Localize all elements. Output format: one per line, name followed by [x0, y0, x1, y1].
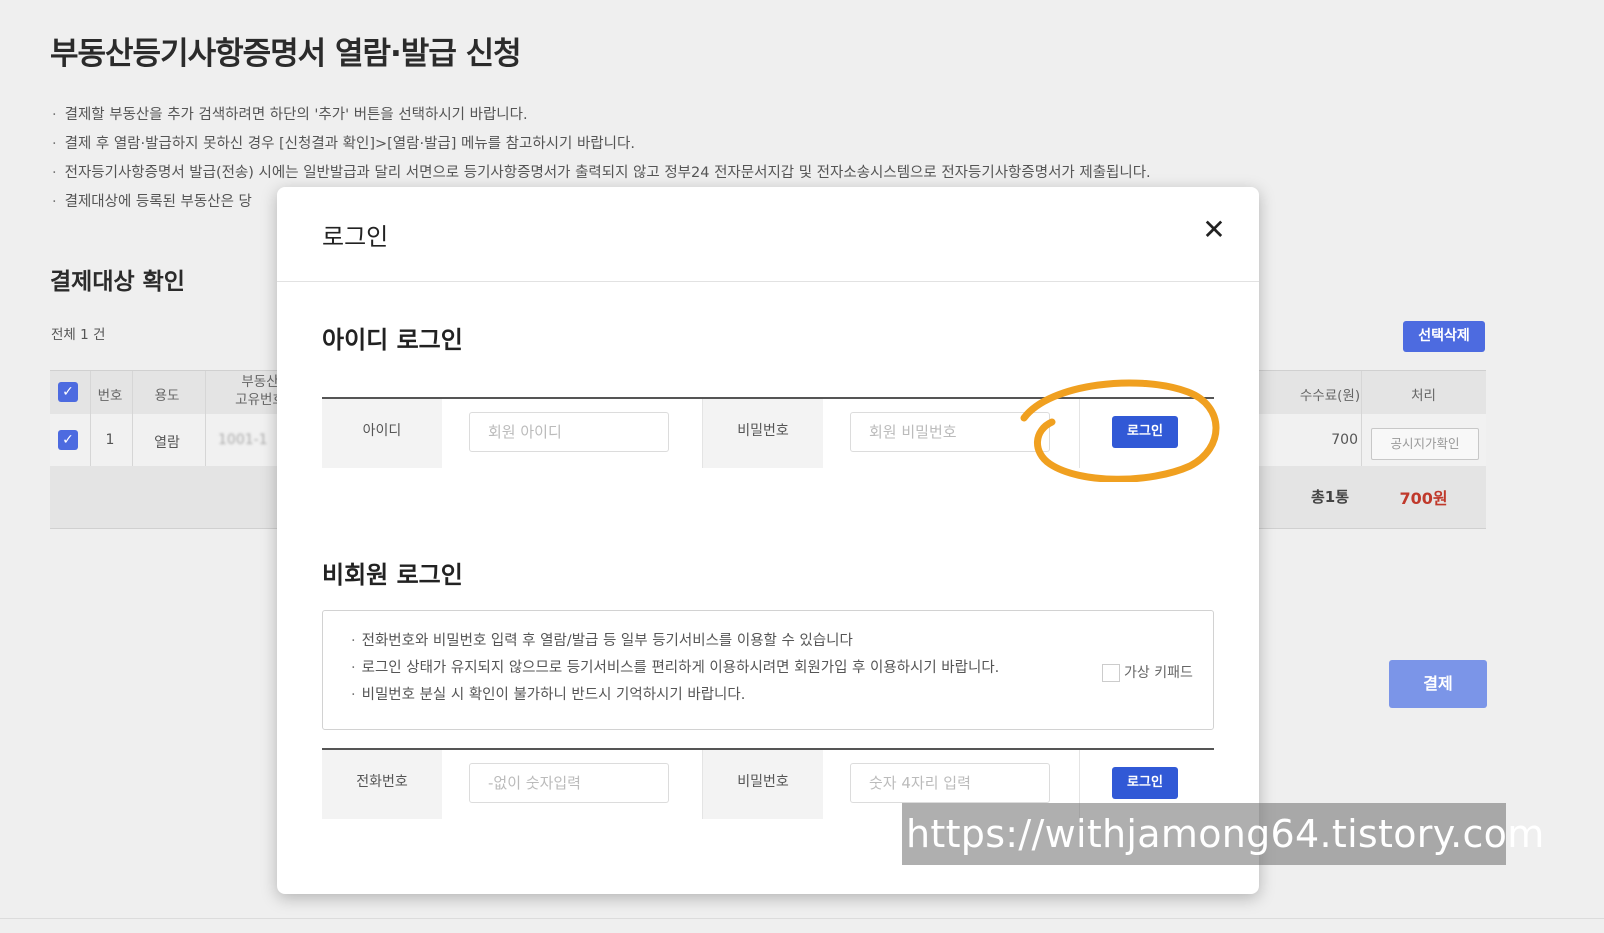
row-unique-number: 1001-1	[218, 432, 268, 448]
guest-password-label: 비밀번호	[703, 750, 823, 819]
total-count: 전체 1 건	[51, 327, 106, 343]
header-number: 번호	[97, 388, 123, 404]
watermark: https://withjamong64.tistory.com	[902, 803, 1545, 865]
header-fee: 수수료(원)	[1299, 388, 1361, 404]
guest-login-notice-box: 전화번호와 비밀번호 입력 후 열람/발급 등 일부 등기서비스를 이용할 수 …	[322, 610, 1214, 730]
column-divider	[1361, 414, 1362, 466]
password-label: 비밀번호	[703, 399, 823, 468]
notice-item: 결제 후 열람·발급하지 못하신 경우 [신청결과 확인]>[열람·발급] 메뉴…	[52, 133, 1151, 162]
phone-label: 전화번호	[322, 750, 442, 819]
page-title: 부동산등기사항증명서 열람·발급 신청	[50, 36, 522, 72]
select-all-checkbox[interactable]: ✓	[58, 382, 78, 402]
official-land-price-button[interactable]: 공시지가확인	[1371, 428, 1479, 460]
guest-login-button[interactable]: 로그인	[1112, 767, 1178, 799]
guest-login-title: 비회원 로그인	[322, 561, 463, 589]
row-checkbox[interactable]: ✓	[58, 430, 78, 450]
guest-notice-item: 전화번호와 비밀번호 입력 후 열람/발급 등 일부 등기서비스를 이용할 수 …	[351, 628, 1185, 655]
watermark-text: https://withjamong64.tistory.com	[906, 812, 1545, 856]
password-input[interactable]	[850, 412, 1050, 452]
field-divider	[1079, 399, 1080, 468]
delete-selected-button[interactable]: 선택삭제	[1403, 321, 1485, 352]
phone-input[interactable]	[469, 763, 669, 803]
column-divider	[205, 371, 206, 415]
header-usage: 용도	[154, 388, 180, 404]
footer-divider	[0, 918, 1604, 919]
guest-notice-item: 비밀번호 분실 시 확인이 불가하니 반드시 기억하시기 바랍니다.	[351, 682, 1185, 709]
id-login-button[interactable]: 로그인	[1112, 416, 1178, 448]
section-title: 결제대상 확인	[50, 269, 185, 295]
row-fee: 700	[1331, 432, 1358, 448]
pay-button[interactable]: 결제	[1389, 660, 1487, 708]
login-modal: 로그인 ✕ 아이디 로그인 아이디 비밀번호 로그인 가상 키패드 비회원 로그…	[277, 187, 1259, 894]
guest-password-input[interactable]	[850, 763, 1050, 803]
row-usage: 열람	[154, 435, 180, 451]
total-documents: 총1통	[1310, 488, 1350, 506]
id-label: 아이디	[322, 399, 442, 468]
modal-divider	[277, 281, 1259, 282]
id-login-form: 아이디 비밀번호 로그인	[322, 397, 1214, 468]
guest-notice-item: 로그인 상태가 유지되지 않으므로 등기서비스를 편리하게 이용하시려면 회원가…	[351, 655, 1185, 682]
header-action: 처리	[1411, 388, 1436, 404]
close-icon[interactable]: ✕	[1199, 215, 1229, 245]
row-number: 1	[105, 432, 115, 448]
id-login-title: 아이디 로그인	[322, 326, 463, 354]
modal-title: 로그인	[322, 223, 389, 251]
id-input[interactable]	[469, 412, 669, 452]
notice-item: 결제할 부동산을 추가 검색하려면 하단의 '추가' 버튼을 선택하시기 바랍니…	[52, 104, 1151, 133]
column-divider	[205, 414, 206, 466]
total-amount: 700원	[1399, 489, 1448, 508]
